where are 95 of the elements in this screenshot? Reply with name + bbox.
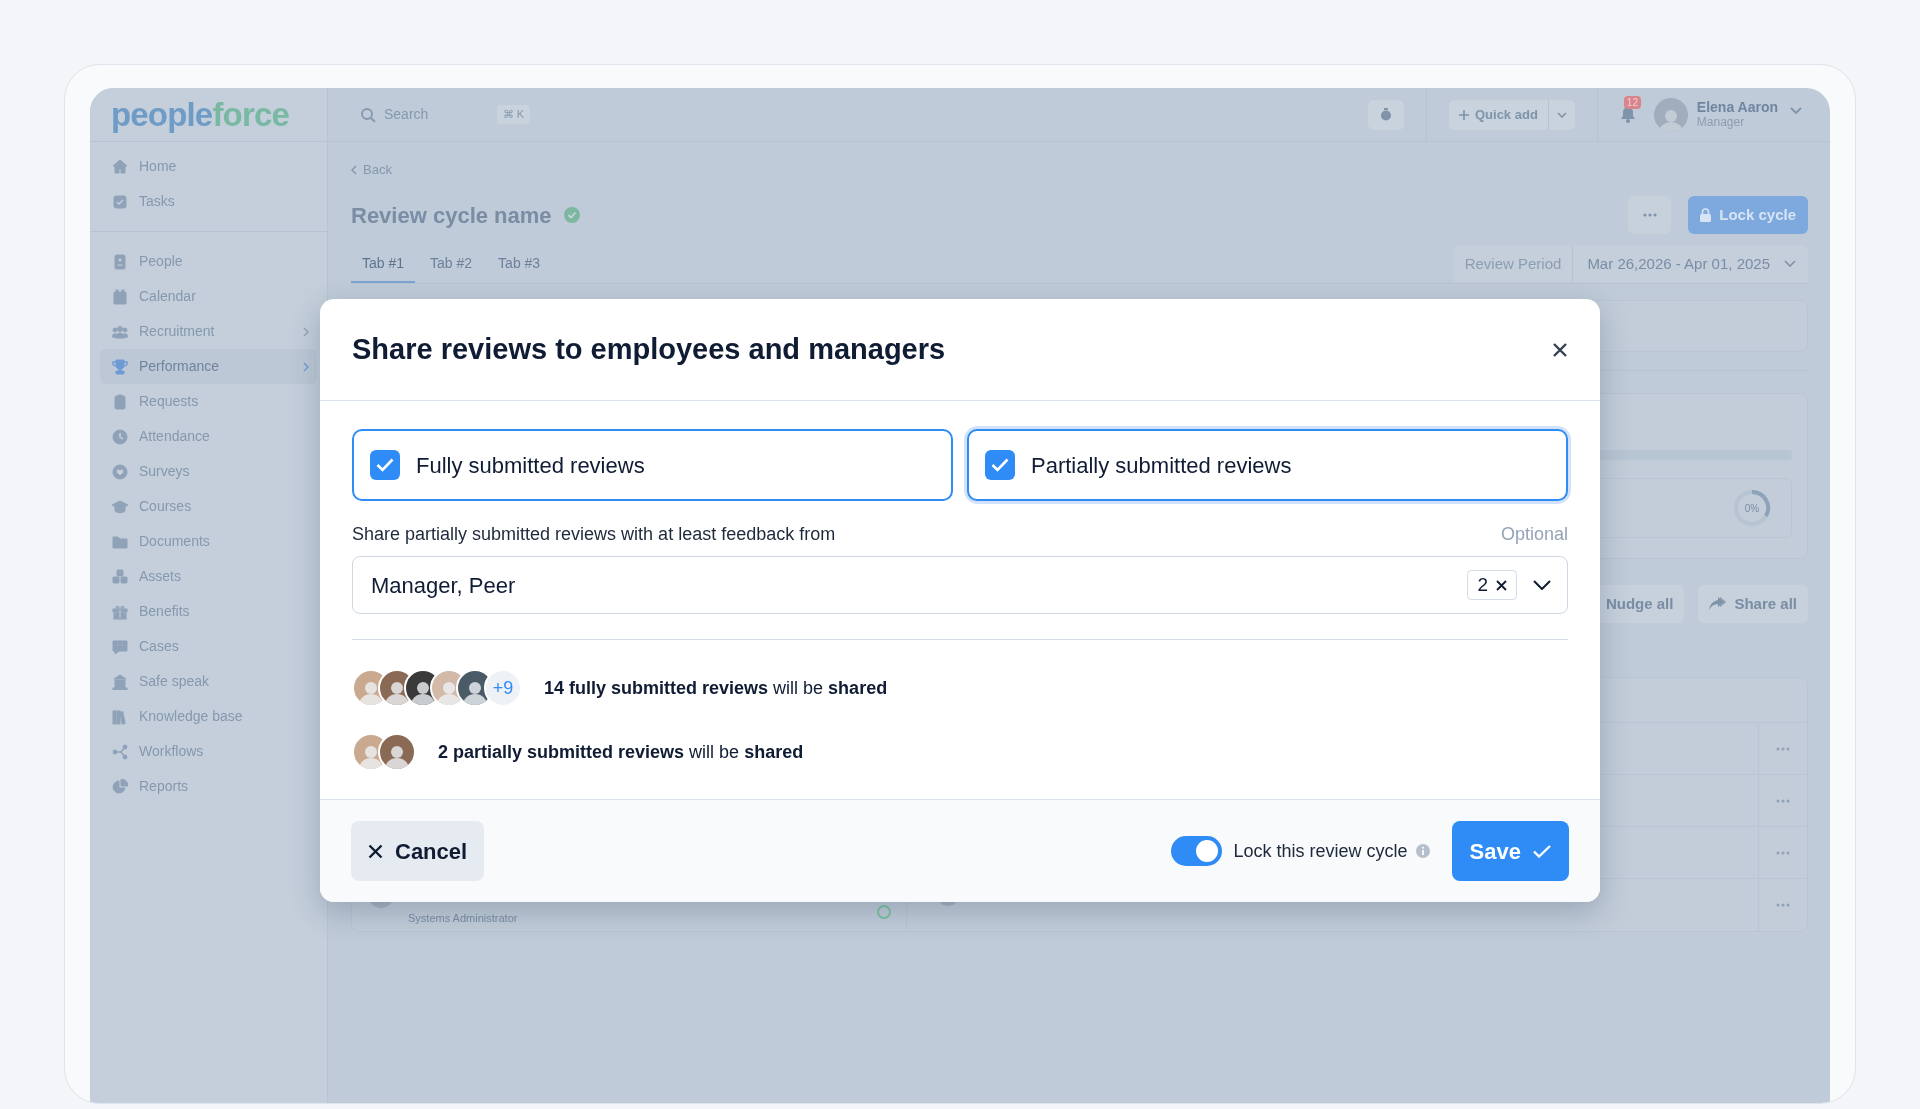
checkbox[interactable] (370, 450, 400, 480)
notification-badge: 12 (1623, 96, 1641, 109)
status-ring-icon (876, 904, 893, 920)
checkbox-icon (112, 193, 128, 210)
people-icon (112, 323, 128, 340)
books-icon (112, 708, 128, 725)
close-icon (1496, 579, 1507, 591)
option-card[interactable]: Fully submitted reviews (352, 429, 953, 501)
review-period-selector[interactable]: Review Period Mar 26,2026 - Apr 01, 2025 (1453, 245, 1808, 283)
sidebar-item[interactable]: Recruitment (100, 314, 317, 349)
dialog-title: Share reviews to employees and managers (352, 331, 946, 367)
tab[interactable]: Tab #2 (419, 246, 484, 283)
sidebar-item[interactable]: Surveys (100, 454, 317, 489)
tab[interactable]: Tab #3 (487, 246, 552, 283)
logo: peopleforce (111, 98, 289, 131)
sidebar-item[interactable]: Home (100, 149, 317, 184)
sidebar-item[interactable]: Tasks (100, 184, 317, 219)
sidebar-item[interactable]: Calendar (100, 279, 317, 314)
info-icon[interactable] (1415, 844, 1430, 858)
lock-cycle-button[interactable]: Lock cycle (1688, 196, 1808, 234)
chevron-down-icon (1784, 260, 1796, 268)
sidebar-item[interactable]: Workflows (100, 734, 317, 769)
save-button[interactable]: Save (1451, 821, 1569, 881)
dots-icon[interactable] (1776, 746, 1790, 751)
sidebar-item[interactable]: Safe speak (100, 664, 317, 699)
clock-icon (112, 428, 128, 445)
check-icon (376, 458, 394, 472)
dots-icon[interactable] (1776, 903, 1790, 907)
sidebar-item[interactable]: Assets (100, 559, 317, 594)
progress-ring: 0% (1733, 489, 1771, 527)
field-label: Share partially submitted reviews with at least feedback from (352, 523, 836, 546)
search-field[interactable]: Search ⌘ K (360, 104, 530, 125)
sidebar-item[interactable]: Requests (100, 384, 317, 419)
timer-button[interactable] (1367, 99, 1404, 130)
sidebar-item[interactable]: Cases (100, 629, 317, 664)
chevron-left-icon (351, 165, 357, 175)
tab[interactable]: Tab #1 (351, 246, 416, 283)
sidebar-item[interactable]: Courses (100, 489, 317, 524)
action-button[interactable]: Share all (1698, 585, 1808, 623)
close-icon[interactable] (1552, 341, 1568, 358)
selected-count-chip[interactable]: 2 (1467, 570, 1517, 600)
building-icon (112, 673, 128, 690)
sidebar-item[interactable]: Documents (100, 524, 317, 559)
dots-icon[interactable] (1776, 798, 1790, 803)
caret-icon (1556, 111, 1567, 118)
more-count-badge: +9 (484, 669, 522, 707)
search-icon (360, 106, 376, 123)
share-arrow-icon (1709, 597, 1727, 611)
check-icon (991, 458, 1009, 472)
stopwatch-icon (1379, 108, 1392, 121)
folder-icon (112, 533, 128, 550)
more-button[interactable] (1628, 196, 1672, 234)
cancel-button[interactable]: Cancel (351, 821, 485, 881)
optional-label: Optional (1500, 523, 1568, 546)
lock-icon (1700, 208, 1712, 222)
chevron-down-icon[interactable] (1790, 106, 1802, 115)
option-card[interactable]: Partially submitted reviews (967, 429, 1568, 501)
page-title: Review cycle name (351, 201, 552, 230)
checkbox[interactable] (985, 450, 1015, 480)
sidebar-item[interactable]: Reports (100, 769, 317, 804)
sidebar-item[interactable]: Benefits (100, 594, 317, 629)
summary-text: 14 fully submitted reviews will be shared (544, 676, 888, 700)
id-badge-icon (112, 253, 128, 270)
share-node-icon (112, 743, 128, 760)
calendar-icon (112, 288, 128, 305)
dots-icon[interactable] (1776, 850, 1790, 855)
gift-icon (112, 603, 128, 620)
sidebar-item[interactable]: People (100, 244, 317, 279)
home-icon (112, 158, 128, 175)
quick-add-label: Quick add (1474, 105, 1538, 124)
sidebar-item[interactable]: Performance (100, 349, 317, 384)
trophy-icon (112, 358, 128, 375)
chat-icon (112, 638, 128, 655)
clipboard-icon (112, 393, 128, 410)
employee-role: Systems Administrator (408, 910, 518, 926)
chevron-down-icon (1533, 580, 1551, 590)
pie-chart-icon (112, 778, 128, 795)
plus-icon (1458, 109, 1469, 120)
lock-toggle[interactable] (1170, 836, 1222, 866)
bell-icon[interactable] (1619, 106, 1636, 123)
sidebar-item[interactable]: Knowledge base (100, 699, 317, 734)
summary-text: 2 partially submitted reviews will be shared (438, 740, 804, 764)
back-link[interactable]: Back (363, 160, 392, 180)
shortcut-badge: ⌘ K (496, 105, 530, 124)
check-icon (1533, 844, 1551, 858)
close-icon (368, 843, 383, 859)
check-circle-icon (563, 207, 580, 223)
reviewer-select[interactable]: Manager, Peer 2 (352, 556, 1568, 614)
dots-icon (1642, 213, 1657, 217)
quick-add-button[interactable]: Quick add (1448, 99, 1575, 130)
user-avatar[interactable] (1653, 97, 1688, 132)
lock-toggle-label: Lock this review cycle (1233, 839, 1408, 863)
boxes-icon (112, 568, 128, 585)
user-name: Elena Aaron (1696, 99, 1778, 115)
sidebar-item[interactable]: Attendance (100, 419, 317, 454)
